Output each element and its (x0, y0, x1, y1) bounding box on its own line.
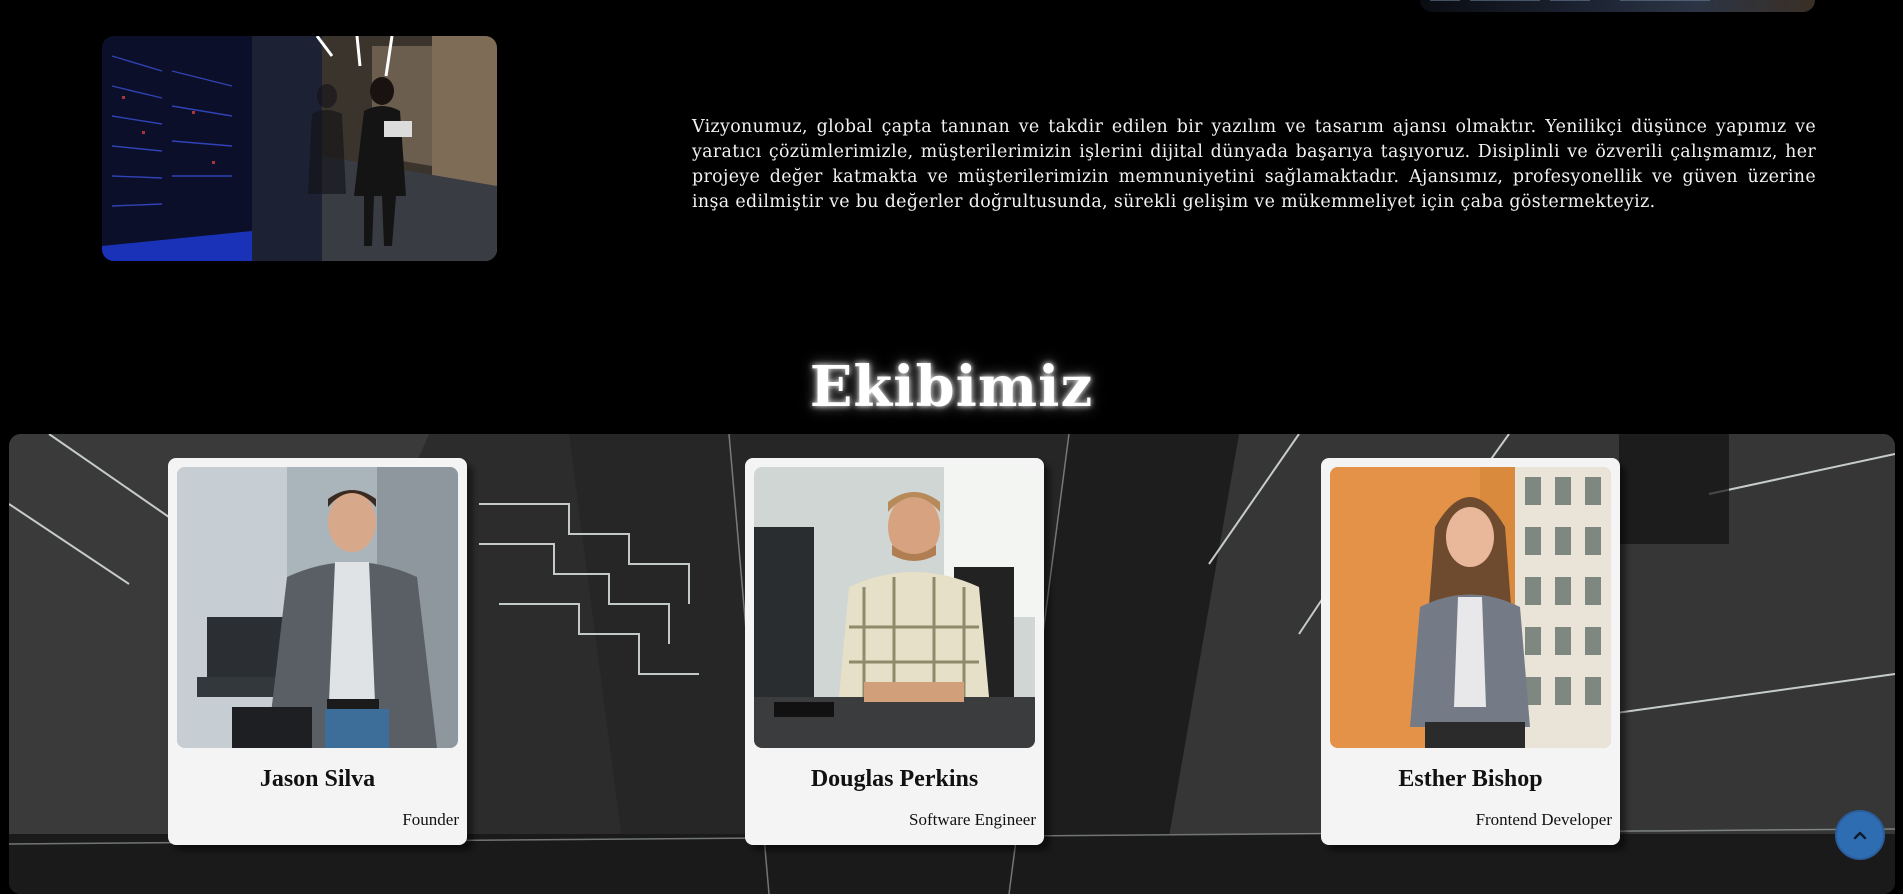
chevron-up-icon (1853, 831, 1867, 840)
scroll-to-top-button[interactable] (1835, 810, 1885, 860)
team-heading: Ekibimiz (809, 354, 1094, 420)
member-photo (177, 467, 458, 748)
team-section: Jason Silva Founder Douglas Perkins Soft… (9, 434, 1895, 894)
previous-section-image (1420, 0, 1815, 12)
vision-image (102, 36, 497, 261)
team-card-douglas-perkins: Douglas Perkins Software Engineer (745, 458, 1044, 845)
member-role: Frontend Developer (1475, 810, 1612, 829)
vision-paragraph: Vizyonumuz, global çapta tanınan ve takd… (692, 117, 1816, 213)
member-photo (754, 467, 1035, 748)
team-card-jason-silva: Jason Silva Founder (168, 458, 467, 845)
member-name: Esther Bishop (1398, 766, 1543, 792)
member-photo (1330, 467, 1611, 748)
member-role: Founder (402, 810, 459, 829)
member-name: Douglas Perkins (810, 766, 979, 792)
team-card-esther-bishop: Esther Bishop Frontend Developer (1321, 458, 1620, 845)
member-name: Jason Silva (259, 766, 376, 792)
member-role: Software Engineer (909, 810, 1036, 829)
